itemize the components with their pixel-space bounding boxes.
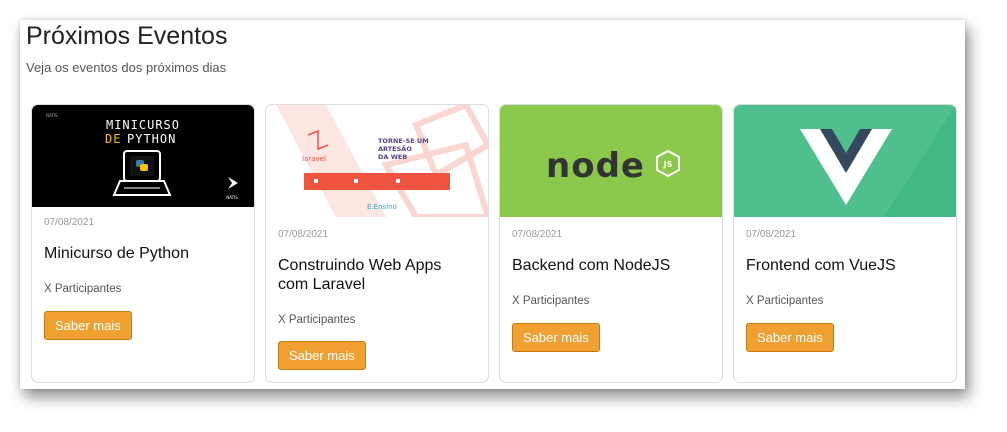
laravel-event-image: laravel TORNE-SE UM ARTESÃO DA WEB E.Ens…	[266, 105, 488, 217]
svg-text:JS: JS	[663, 160, 673, 169]
svg-text:laravel: laravel	[302, 155, 326, 163]
python-event-image: MINICURSO DE PYTHON NATIS NATIS	[32, 105, 254, 207]
card-body: 07/08/2021 Backend com NodeJS X Particip…	[512, 229, 710, 352]
event-card-vuejs[interactable]: 07/08/2021 Frontend com VueJS X Particip…	[733, 104, 957, 383]
svg-text:ARTESÃO: ARTESÃO	[378, 144, 412, 153]
event-title: Minicurso de Python	[44, 245, 189, 262]
page-title: Próximos Eventos	[26, 22, 228, 50]
event-card-nodejs[interactable]: node JS 07/08/2021 Backend com NodeJS X …	[499, 104, 723, 383]
event-date: 07/08/2021	[278, 229, 329, 240]
event-participants: X Participantes	[44, 283, 122, 295]
event-title: Construindo Web Apps com Laravel	[278, 257, 442, 293]
event-participants: X Participantes	[278, 314, 356, 326]
card-body: 07/08/2021 Construindo Web Apps com Lara…	[278, 229, 476, 370]
svg-text:NATIS: NATIS	[46, 113, 58, 118]
nodejs-event-image: node JS	[500, 105, 722, 217]
svg-text:DA WEB: DA WEB	[378, 153, 407, 161]
event-participants: X Participantes	[746, 295, 824, 307]
event-date: 07/08/2021	[746, 229, 797, 240]
card-body: 07/08/2021 Minicurso de Python X Partici…	[44, 217, 242, 340]
event-card-laravel[interactable]: laravel TORNE-SE UM ARTESÃO DA WEB E.Ens…	[265, 104, 489, 383]
saber-mais-button[interactable]: Saber mais	[512, 323, 600, 352]
saber-mais-button[interactable]: Saber mais	[278, 341, 366, 370]
event-title: Frontend com VueJS	[746, 257, 896, 274]
events-panel: Próximos Eventos Veja os eventos dos pró…	[20, 20, 965, 389]
vuejs-event-image	[734, 105, 956, 217]
svg-text:node: node	[546, 146, 645, 186]
saber-mais-button[interactable]: Saber mais	[746, 323, 834, 352]
event-title: Backend com NodeJS	[512, 257, 671, 274]
svg-text:DE: DE	[105, 132, 121, 146]
svg-text:E.Ensino: E.Ensino	[367, 203, 397, 211]
svg-text:MINICURSO: MINICURSO	[106, 118, 180, 132]
event-date: 07/08/2021	[44, 217, 95, 228]
event-date: 07/08/2021	[512, 229, 563, 240]
event-card-python[interactable]: MINICURSO DE PYTHON NATIS NATIS 07/08/20…	[31, 104, 255, 383]
svg-text:PYTHON: PYTHON	[127, 132, 176, 146]
event-participants: X Participantes	[512, 295, 590, 307]
saber-mais-button[interactable]: Saber mais	[44, 311, 132, 340]
page-subtitle: Veja os eventos dos próximos dias	[26, 60, 227, 75]
svg-text:NATIS: NATIS	[226, 195, 238, 200]
card-body: 07/08/2021 Frontend com VueJS X Particip…	[746, 229, 944, 352]
svg-text:TORNE-SE UM: TORNE-SE UM	[378, 137, 429, 145]
